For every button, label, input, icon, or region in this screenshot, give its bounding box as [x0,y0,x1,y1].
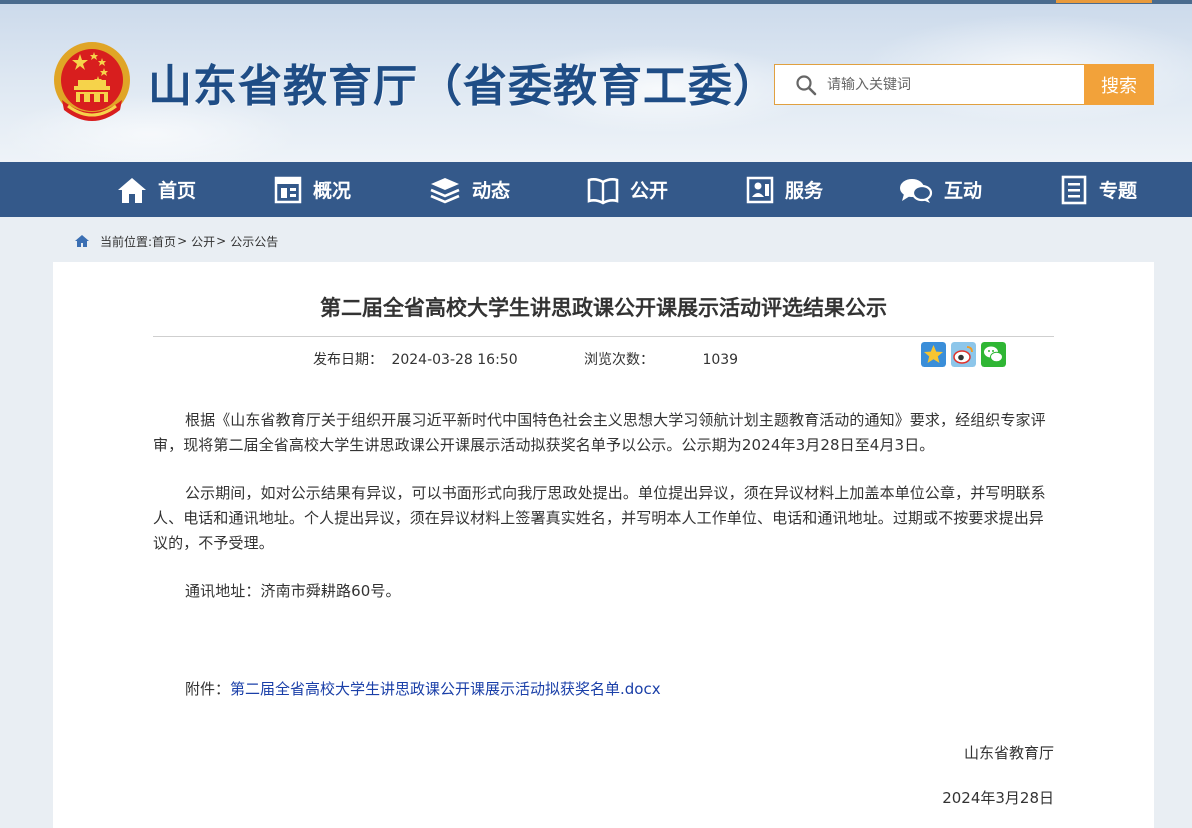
paragraph: 根据《山东省教育厅关于组织开展习近平新时代中国特色社会主义思想大学习领航计划主题… [153,411,1046,454]
article-panel: 第二届全省高校大学生讲思政课公开课展示活动评选结果公示 发布日期： 2024-0… [53,262,1154,828]
paragraph: 公示期间，如对公示结果有异议，可以书面形式向我厅思政处提出。单位提出异议，须在异… [153,484,1046,552]
nav-item-topics[interactable]: 专题 [1059,162,1137,217]
nav-item-home[interactable]: 首页 [116,162,196,217]
breadcrumb-prefix: 当前位置: [100,234,153,249]
site-header: 山东省教育厅（省委教育工委） 搜索 [0,4,1192,162]
nav-item-overview[interactable]: 概况 [273,162,351,217]
publish-date: 发布日期： 2024-03-28 16:50 [313,349,518,369]
sign-date: 2024年3月28日 [942,789,1054,807]
nav-item-label: 服务 [785,180,824,202]
nav-item-label: 专题 [1099,180,1138,202]
view-count-value: 1039 [702,352,739,368]
nav-item-public[interactable]: 公开 [586,162,668,217]
book-icon [587,177,619,204]
breadcrumb-separator: > [216,234,227,248]
main-nav: 首页 概况 动态 公开 服务 互动 专题 [0,162,1192,217]
signature: 山东省教育厅 [963,744,1054,762]
search-input[interactable] [827,69,1067,100]
wechat-icon[interactable] [981,342,1006,367]
title-divider [153,336,1054,337]
nav-item-label: 概况 [313,180,352,202]
nav-item-news[interactable]: 动态 [428,162,510,217]
breadcrumb-link-home[interactable]: 首页 [152,233,176,250]
paragraph: 通讯地址：济南市舜耕路60号。 [185,582,401,600]
search-button[interactable]: 搜索 [1084,64,1154,105]
publish-date-value: 2024-03-28 16:50 [391,352,518,368]
top-accent-mark [1056,0,1152,3]
site-title[interactable]: 山东省教育厅（省委教育工委） [148,50,778,114]
attachment-label: 附件： [185,680,231,698]
breadcrumb-link-notices[interactable]: 公示公告 [230,233,278,250]
qzone-icon[interactable] [921,342,946,367]
nav-item-service[interactable]: 服务 [745,162,823,217]
chat-icon [900,178,933,203]
national-emblem-icon[interactable] [52,40,132,128]
view-count: 浏览次数： 1039 [584,349,738,369]
attachment-link[interactable]: 第二届全省高校大学生讲思政课公开课展示活动拟获奖名单.docx [230,680,661,698]
document-icon [1061,175,1087,204]
breadcrumb-separator: > [177,234,188,248]
weibo-icon[interactable] [951,342,976,367]
service-icon [746,176,774,203]
home-icon [75,235,89,247]
nav-item-interact[interactable]: 互动 [898,162,982,217]
overview-icon [274,176,302,203]
nav-item-label: 互动 [944,180,983,202]
breadcrumb: 当前位置: 首页 > 公开 > 公示公告 [74,232,278,250]
article-body: 根据《山东省教育厅关于组织开展习近平新时代中国特色社会主义思想大学习领航计划主题… [153,408,1058,604]
breadcrumb-link-public[interactable]: 公开 [191,233,215,250]
view-count-label: 浏览次数： [584,352,654,368]
home-icon [118,177,146,203]
attachment: 附件：第二届全省高校大学生讲思政课公开课展示活动拟获奖名单.docx [185,678,661,699]
nav-item-label: 首页 [158,180,197,202]
search-icon [796,74,817,95]
article-title: 第二届全省高校大学生讲思政课公开课展示活动评选结果公示 [320,296,887,320]
news-icon [430,177,460,203]
publish-date-label: 发布日期： [313,352,383,368]
nav-item-label: 动态 [472,180,511,202]
nav-item-label: 公开 [630,180,669,202]
search-box [774,64,1084,105]
